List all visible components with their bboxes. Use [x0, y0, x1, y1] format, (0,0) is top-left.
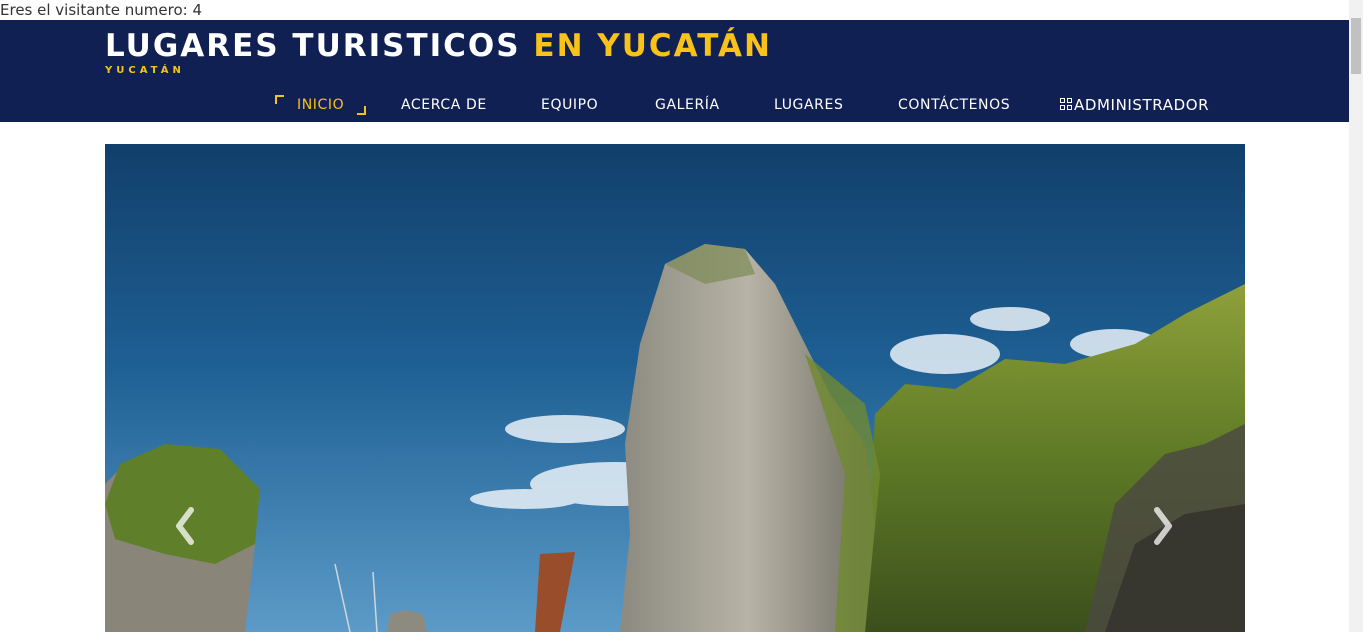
nav-item-acerca-de[interactable]: ACERCA DE: [401, 94, 487, 120]
site-title: LUGARES TURISTICOS EN YUCATÁN: [105, 28, 772, 64]
nav-item-label: LUGARES: [774, 97, 844, 113]
nav-item-equipo[interactable]: EQUIPO: [541, 94, 598, 120]
visitor-counter: Eres el visitante numero: 4: [0, 1, 203, 19]
nav-item-label: EQUIPO: [541, 97, 599, 113]
chevron-right-icon: [1154, 507, 1172, 545]
page-scrollbar[interactable]: [1349, 0, 1363, 632]
nav-item-inicio[interactable]: INICIO: [275, 94, 367, 120]
image-carousel: [105, 144, 1245, 632]
carousel-slide-image: [105, 144, 1245, 632]
site-title-main: LUGARES TURISTICOS: [105, 28, 521, 64]
nav-item-label: ADMINISTRADOR: [1074, 96, 1210, 114]
qrcode-icon: [1060, 98, 1073, 111]
carousel-next-button[interactable]: [1143, 504, 1183, 548]
carousel-prev-button[interactable]: [167, 504, 207, 548]
nav-item-label: INICIO: [297, 97, 345, 113]
main-nav: INICIO ACERCA DE EQUIPO GALERÍA LUGARES …: [0, 94, 1349, 122]
nav-item-label: ACERCA DE: [401, 97, 487, 113]
nav-item-administrador[interactable]: ADMINISTRADOR: [1060, 94, 1209, 120]
chevron-left-icon: [176, 507, 194, 545]
nav-item-label: CONTÁCTENOS: [898, 97, 1011, 113]
site-title-accent: EN YUCATÁN: [533, 28, 772, 64]
brand-logo[interactable]: LUGARES TURISTICOS EN YUCATÁN YUCATÁN: [105, 28, 772, 77]
nav-item-galeria[interactable]: GALERÍA: [655, 94, 720, 120]
nav-item-lugares[interactable]: LUGARES: [774, 94, 843, 120]
active-bracket-bottom-right: [357, 106, 367, 115]
nav-item-contactenos[interactable]: CONTÁCTENOS: [898, 94, 1010, 120]
nav-item-label: GALERÍA: [655, 97, 720, 113]
site-subtitle: YUCATÁN: [105, 65, 185, 76]
site-header: LUGARES TURISTICOS EN YUCATÁN YUCATÁN IN…: [0, 20, 1349, 122]
scrollbar-thumb[interactable]: [1351, 18, 1361, 74]
active-bracket-top-left: [275, 95, 284, 104]
